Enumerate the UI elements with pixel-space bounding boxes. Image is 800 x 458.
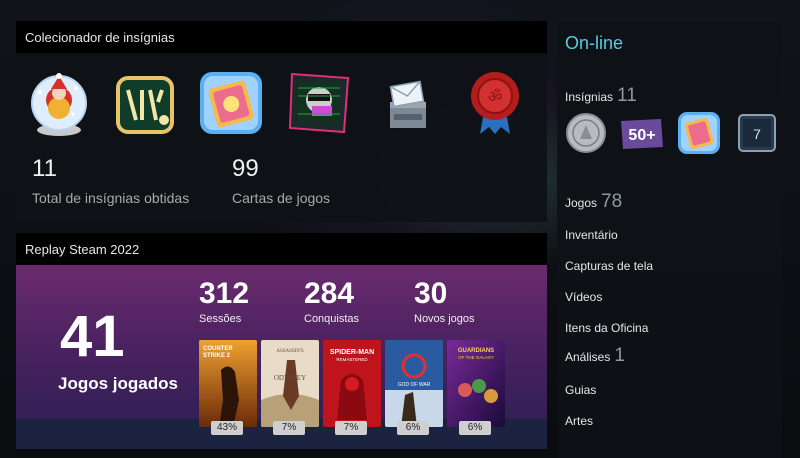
game-cards-label: Cartas de jogos: [232, 190, 331, 206]
sidebar-item-screenshots[interactable]: Capturas de tela: [565, 259, 653, 273]
new-games-stat: 30 Novos jogos: [414, 277, 475, 325]
game-percent-1: 43%: [211, 421, 243, 435]
games-played-value: 41: [60, 304, 125, 369]
glitch-portrait-badge-icon[interactable]: [286, 70, 352, 136]
sessions-value: 312: [199, 277, 250, 310]
level-50-plus-badge-icon[interactable]: 50+: [619, 111, 663, 155]
sidebar-item-reviews[interactable]: Análises 1: [565, 345, 625, 367]
svg-text:SPIDER-MAN: SPIDER-MAN: [330, 349, 374, 356]
new-games-label: Novos jogos: [414, 313, 475, 325]
game-cover-god-of-war[interactable]: GOD OF WAR: [385, 340, 443, 427]
steam-replay-title[interactable]: Replay Steam 2022: [16, 233, 547, 265]
svg-text:STRIKE 2: STRIKE 2: [203, 353, 231, 359]
sidebar-item-inventory[interactable]: Inventário: [565, 228, 618, 242]
steam-card-badge-icon[interactable]: [677, 111, 721, 155]
badges-link-label[interactable]: Insígnias: [565, 90, 613, 104]
sidebar-item-artwork[interactable]: Artes: [565, 414, 593, 428]
badge-collector-panel: Colecionador de insígnias ॐ 11 Total de …: [16, 21, 547, 222]
svg-text:OF THE GALAXY: OF THE GALAXY: [458, 355, 494, 360]
game-cover-spider-man[interactable]: SPIDER-MAN REMASTERED: [323, 340, 381, 427]
sessions-stat: 312 Sessões: [199, 277, 249, 325]
snow-globe-santa-badge-icon[interactable]: [26, 72, 92, 138]
reviews-count: 1: [614, 345, 625, 366]
red-wax-seal-badge-icon[interactable]: ॐ: [462, 68, 528, 134]
profile-sidebar: On-line Insígnias 11 50+ 7 Jogos 78 Invent…: [557, 21, 782, 458]
sessions-label: Sessões: [199, 313, 242, 325]
level-50-badge-text: 50+: [628, 127, 655, 144]
badge-collector-title[interactable]: Colecionador de insígnias: [16, 21, 547, 53]
total-badges-value: 11: [32, 155, 57, 182]
svg-text:COUNTER: COUNTER: [203, 346, 233, 352]
games-count: 78: [601, 191, 623, 212]
game-percent-5: 6%: [459, 421, 491, 435]
total-badges-label: Total de insígnias obtidas: [32, 190, 190, 206]
svg-text:ASSASSIN'S: ASSASSIN'S: [276, 349, 304, 354]
sidebar-item-games[interactable]: Jogos 78: [565, 191, 622, 213]
game-percent-3: 7%: [335, 421, 367, 435]
game-cover-guardians-of-the-galaxy[interactable]: GUARDIANS OF THE GALAXY: [447, 340, 505, 427]
badge-list: ॐ: [22, 66, 542, 146]
svg-text:GUARDIANS: GUARDIANS: [458, 348, 494, 354]
online-status: On-line: [565, 33, 624, 53]
sidebar-item-guides[interactable]: Guias: [565, 383, 596, 397]
badges-count: 11: [617, 85, 637, 106]
achievements-stat: 284 Conquistas: [304, 277, 359, 325]
game-cards-value: 99: [232, 155, 259, 182]
svg-text:GOD OF WAR: GOD OF WAR: [398, 382, 431, 388]
silver-coin-badge-icon[interactable]: [564, 111, 608, 155]
game-cover-assassins-creed-odyssey[interactable]: ASSASSIN'S ODYSSEY: [261, 340, 319, 427]
game-cover-counter-strike[interactable]: COUNTER STRIKE 2: [199, 340, 257, 427]
number-7-badge-text: 7: [753, 126, 761, 142]
ornate-green-badge-icon[interactable]: [112, 72, 178, 138]
sidebar-item-videos[interactable]: Vídeos: [565, 290, 602, 304]
sidebar-item-badges[interactable]: Insígnias 11: [565, 85, 637, 107]
game-percent-2: 7%: [273, 421, 305, 435]
games-link-label[interactable]: Jogos: [565, 196, 597, 210]
number-7-badge-icon[interactable]: 7: [735, 111, 779, 155]
achievements-value: 284: [304, 277, 355, 310]
steam-card-badge-icon[interactable]: [198, 70, 264, 136]
reviews-link-label[interactable]: Análises: [565, 350, 610, 364]
achievements-label: Conquistas: [304, 313, 360, 325]
svg-text:REMASTERED: REMASTERED: [336, 357, 368, 362]
svg-text:ॐ: ॐ: [488, 87, 503, 106]
sidebar-item-workshop[interactable]: Itens da Oficina: [565, 321, 648, 335]
steam-replay-panel[interactable]: Replay Steam 2022 41 Jogos jogados 312 S…: [16, 233, 547, 449]
svg-text:ODYSSEY: ODYSSEY: [274, 374, 306, 382]
new-games-value: 30: [414, 277, 448, 310]
mail-box-badge-icon[interactable]: [374, 72, 440, 138]
games-played-label: Jogos jogados: [58, 374, 178, 393]
game-percent-4: 6%: [397, 421, 429, 435]
